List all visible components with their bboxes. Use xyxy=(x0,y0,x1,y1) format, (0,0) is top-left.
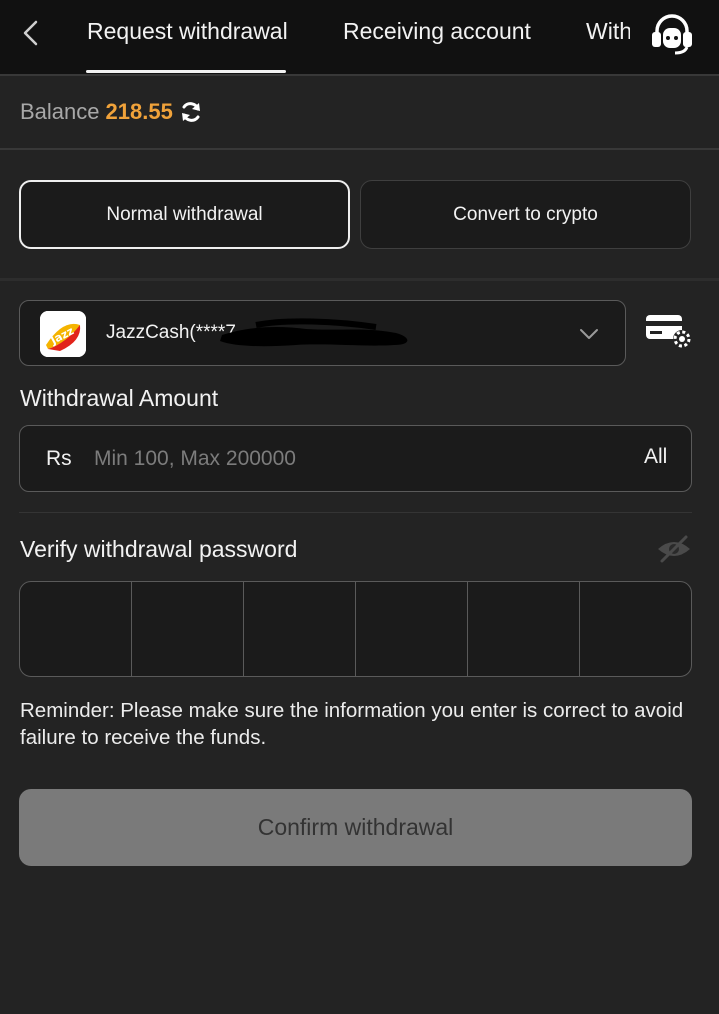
jazzcash-logo-icon: Jazz xyxy=(40,311,86,357)
eye-off-icon[interactable] xyxy=(656,533,692,565)
refresh-icon[interactable] xyxy=(179,100,203,124)
normal-withdrawal-button[interactable]: Normal withdrawal xyxy=(19,180,350,249)
withdrawal-amount-label: Withdrawal Amount xyxy=(20,385,219,411)
convert-to-crypto-button[interactable]: Convert to crypto xyxy=(360,180,691,249)
verify-password-label: Verify withdrawal password xyxy=(20,536,298,562)
redaction-mark xyxy=(220,318,408,347)
tab-withdrawal-records[interactable]: With xyxy=(586,18,630,45)
card-settings-icon[interactable] xyxy=(644,311,694,351)
password-digit-4[interactable] xyxy=(356,582,468,676)
password-digit-boxes[interactable] xyxy=(19,581,692,677)
balance-label: Balance xyxy=(20,99,100,124)
balance-value: 218.55 xyxy=(105,99,173,124)
amount-divider xyxy=(19,512,692,513)
password-digit-5[interactable] xyxy=(468,582,580,676)
customer-support-button[interactable] xyxy=(648,10,696,56)
amount-field: Rs All xyxy=(19,425,692,492)
reminder-text: Reminder: Please make sure the informati… xyxy=(20,699,684,749)
headset-icon xyxy=(652,14,692,55)
password-digit-2[interactable] xyxy=(132,582,244,676)
top-nav-bar: Request withdrawal Receiving account Wit… xyxy=(0,0,719,74)
password-digit-1[interactable] xyxy=(20,582,132,676)
header-divider xyxy=(0,74,719,76)
chevron-left-icon xyxy=(23,20,38,46)
section-divider xyxy=(0,278,719,281)
balance-divider xyxy=(0,148,719,150)
receiving-account-select[interactable]: Jazz JazzCash(****7 xyxy=(19,300,626,366)
password-digit-3[interactable] xyxy=(244,582,356,676)
confirm-withdrawal-button[interactable]: Confirm withdrawal xyxy=(19,789,692,866)
currency-symbol: Rs xyxy=(46,447,72,470)
back-button[interactable] xyxy=(14,16,48,50)
tab-request-withdrawal[interactable]: Request withdrawal xyxy=(87,18,288,45)
password-digit-6[interactable] xyxy=(580,582,691,676)
tab-receiving-account[interactable]: Receiving account xyxy=(343,18,531,45)
balance-row: Balance 218.55 xyxy=(20,97,203,127)
active-tab-indicator xyxy=(86,70,286,73)
chevron-down-icon xyxy=(580,329,598,339)
amount-input[interactable] xyxy=(94,440,574,478)
all-amount-button[interactable]: All xyxy=(644,445,667,469)
